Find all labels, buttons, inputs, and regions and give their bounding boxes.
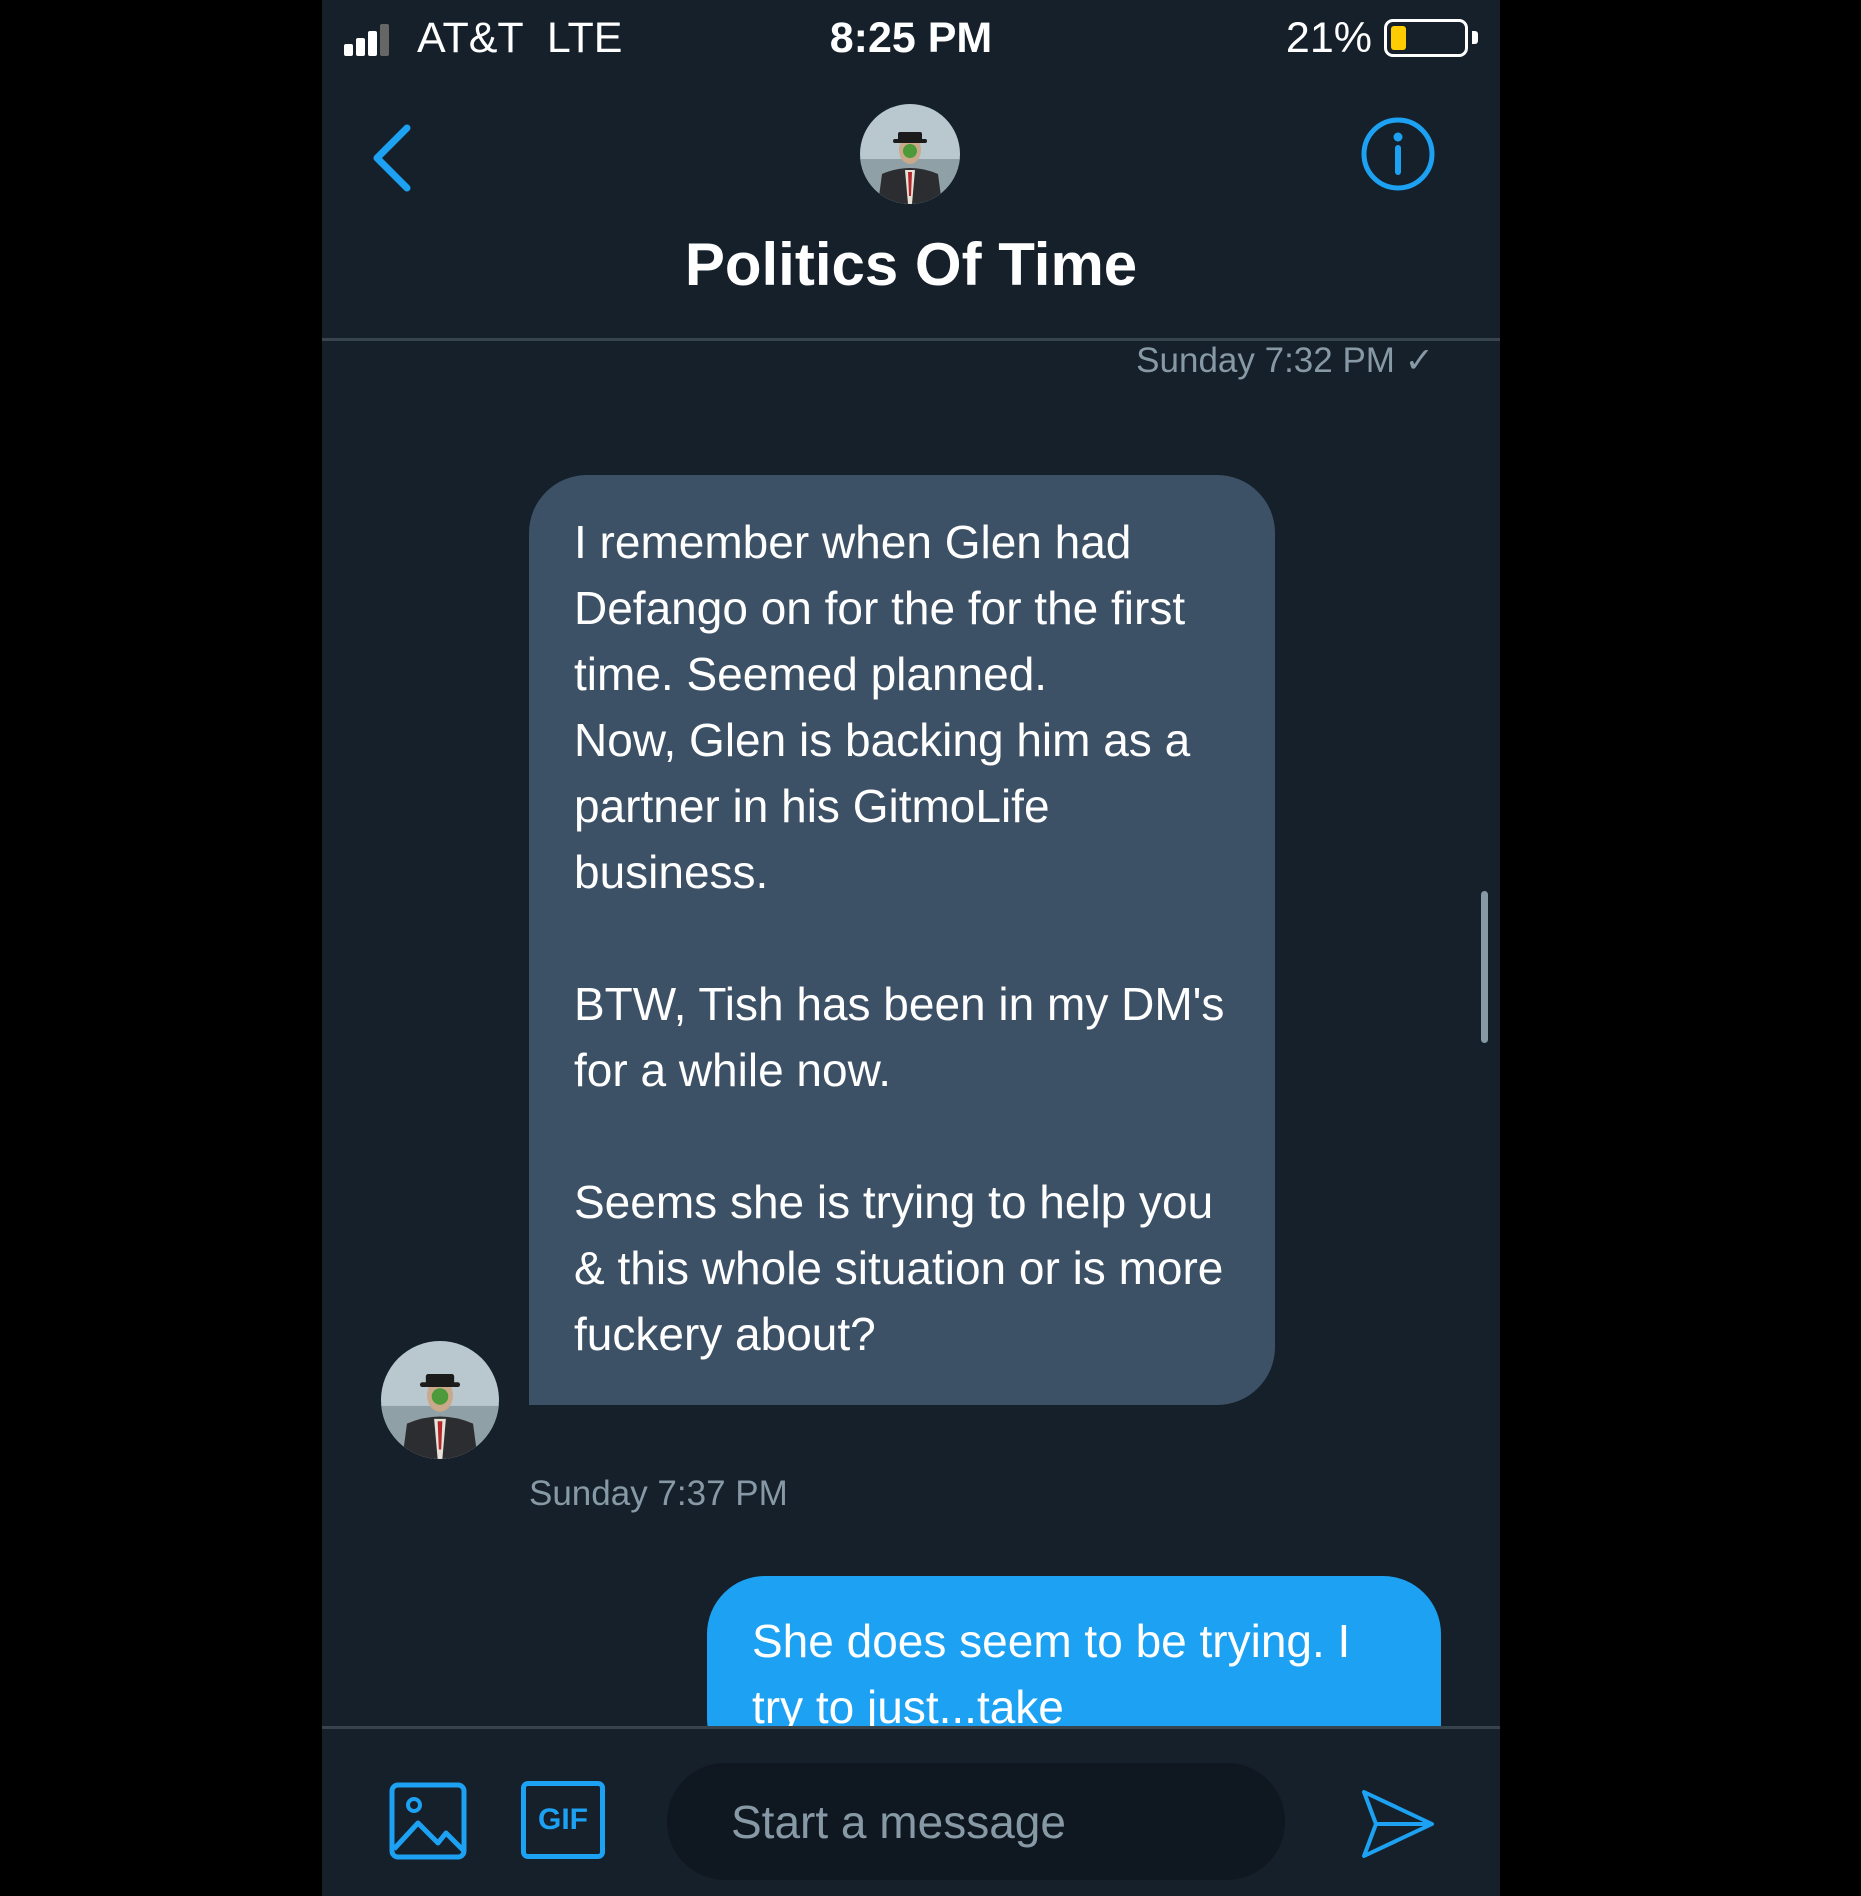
send-icon[interactable]	[1358, 1784, 1438, 1864]
outgoing-message-bubble[interactable]: She does seem to be trying. I try to jus…	[707, 1576, 1441, 1726]
status-bar: AT&T LTE 8:25 PM 21%	[322, 0, 1500, 80]
battery-tip	[1472, 31, 1478, 44]
phone-screen: AT&T LTE 8:25 PM 21% Politics Of Time Su…	[322, 0, 1500, 1896]
message-paragraph: Seems she is trying to help you & this w…	[574, 1176, 1224, 1360]
battery-icon	[1384, 19, 1468, 57]
message-input[interactable]	[667, 1763, 1285, 1880]
gif-button[interactable]: GIF	[521, 1781, 605, 1859]
scrollbar[interactable]	[1481, 891, 1488, 1043]
sender-avatar[interactable]	[381, 1341, 499, 1459]
image-icon[interactable]	[388, 1781, 468, 1861]
message-timestamp: Sunday 7:37 PM	[529, 1474, 788, 1513]
message-list[interactable]: Sunday 7:32 PM ✓ I remember when Glen ha…	[322, 341, 1500, 1726]
message-composer: GIF	[322, 1726, 1500, 1896]
message-paragraph: I remember when Glen had Defango on for …	[574, 516, 1191, 898]
contact-avatar[interactable]	[860, 104, 960, 204]
conversation-header: Politics Of Time	[322, 80, 1500, 341]
message-input-container[interactable]	[667, 1763, 1285, 1880]
incoming-message-bubble[interactable]: I remember when Glen had Defango on for …	[529, 475, 1275, 1405]
message-timestamp: Sunday 7:32 PM ✓	[1136, 341, 1434, 380]
message-paragraph: BTW, Tish has been in my DM's for a whil…	[574, 978, 1225, 1096]
conversation-title: Politics Of Time	[684, 231, 1138, 298]
battery-percent: 21%	[1285, 14, 1372, 62]
info-icon[interactable]	[1358, 114, 1438, 194]
chevron-left-icon[interactable]	[357, 118, 427, 198]
message-text: She does seem to be trying. I try to jus…	[752, 1615, 1351, 1726]
